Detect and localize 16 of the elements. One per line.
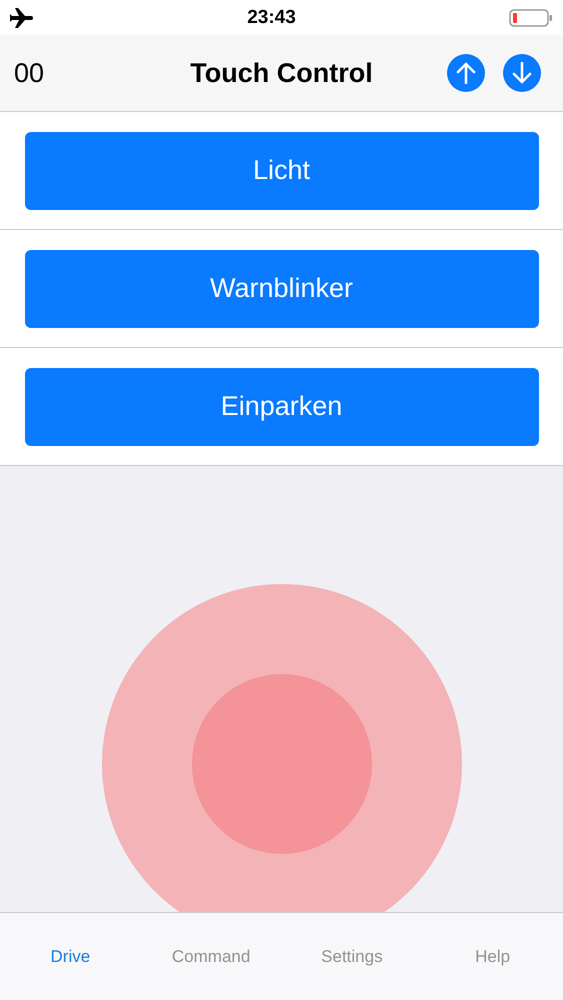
arrow-up-icon bbox=[456, 62, 476, 84]
nav-title: Touch Control bbox=[190, 58, 373, 88]
tab[interactable]: Help bbox=[469, 942, 516, 970]
action-button[interactable]: Warnblinker bbox=[24, 250, 538, 328]
battery-icon bbox=[508, 8, 553, 26]
airplane-icon bbox=[10, 8, 34, 28]
up-button[interactable] bbox=[447, 54, 485, 92]
counter-label: 00 bbox=[14, 58, 44, 88]
arrow-down-icon bbox=[512, 62, 532, 84]
status-time: 23:43 bbox=[247, 6, 296, 28]
action-button[interactable]: Licht bbox=[24, 132, 538, 210]
tab[interactable]: Drive bbox=[44, 942, 96, 970]
tab[interactable]: Settings bbox=[315, 942, 389, 970]
tab[interactable]: Command bbox=[166, 942, 256, 970]
down-button[interactable] bbox=[503, 54, 541, 92]
action-button[interactable]: Einparken bbox=[24, 368, 538, 446]
